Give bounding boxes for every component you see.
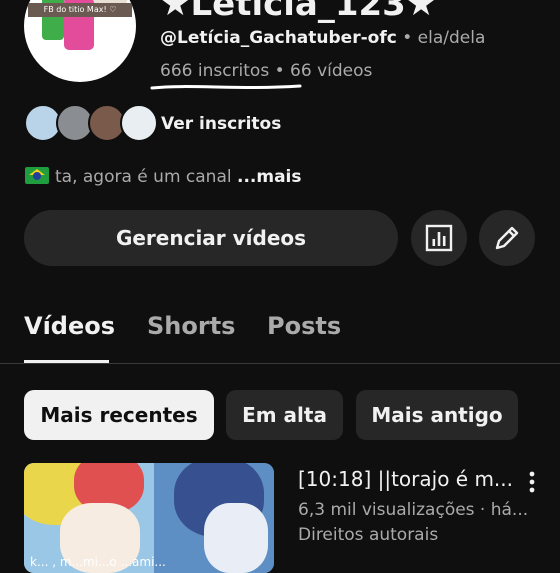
separator-dot: • (274, 61, 285, 81)
channel-handle: @Letícia_Gachatuber-ofc (160, 28, 397, 48)
channel-handle-row: @Letícia_Gachatuber-ofc • ela/dela (160, 28, 485, 48)
video-menu-button[interactable] (520, 468, 544, 496)
view-subscribers-link[interactable]: Ver inscritos (161, 114, 281, 134)
tabs-divider (0, 363, 560, 364)
video-count: 66 vídeos (290, 61, 373, 81)
edit-button[interactable] (479, 210, 535, 266)
description-text: ta, agora é um canal (55, 167, 237, 187)
channel-title: ★Letícia_123★ (160, 0, 437, 24)
tab-videos[interactable]: Vídeos (24, 312, 115, 340)
video-meta: 6,3 mil visualizações · há... (298, 500, 529, 520)
pencil-icon (495, 226, 519, 250)
chip-label: Em alta (242, 403, 327, 427)
chip-label: Mais antigo (371, 403, 503, 427)
filter-chip-latest[interactable]: Mais recentes (24, 390, 214, 440)
subscriber-count: 666 inscritos (160, 61, 270, 81)
manage-videos-button[interactable]: Gerenciar vídeos (24, 210, 398, 266)
manage-videos-label: Gerenciar vídeos (115, 226, 307, 250)
channel-avatar[interactable]: FB do titio Max! ♡ (24, 0, 136, 82)
thumbnail-caption: k... , m...mi...o ...ami... (30, 555, 166, 569)
channel-description[interactable]: ta, agora é um canal ...mais (25, 167, 302, 187)
filter-chip-oldest[interactable]: Mais antigo (356, 390, 518, 440)
analytics-button[interactable] (411, 210, 467, 266)
avatar-tag-text: FB do titio Max! ♡ (28, 3, 132, 17)
bar-chart-icon (425, 224, 453, 252)
separator-dot: • (402, 28, 413, 48)
brazil-flag-icon (25, 167, 49, 184)
subscriber-avatar (120, 104, 158, 142)
video-rights: Direitos autorais (298, 525, 439, 545)
more-link[interactable]: ...mais (237, 167, 302, 187)
channel-pronouns: ela/dela (417, 28, 486, 48)
channel-stats: 666 inscritos • 66 vídeos (160, 61, 372, 81)
handdrawn-underline (150, 84, 302, 90)
tab-shorts[interactable]: Shorts (147, 312, 235, 340)
video-title[interactable]: [10:18] ||torajo é m... (298, 467, 513, 491)
filter-chip-popular[interactable]: Em alta (226, 390, 343, 440)
chip-label: Mais recentes (40, 403, 198, 427)
video-thumbnail[interactable]: k... , m...mi...o ...ami... (24, 463, 274, 573)
tab-posts[interactable]: Posts (267, 312, 341, 340)
kebab-menu-icon (529, 471, 535, 493)
